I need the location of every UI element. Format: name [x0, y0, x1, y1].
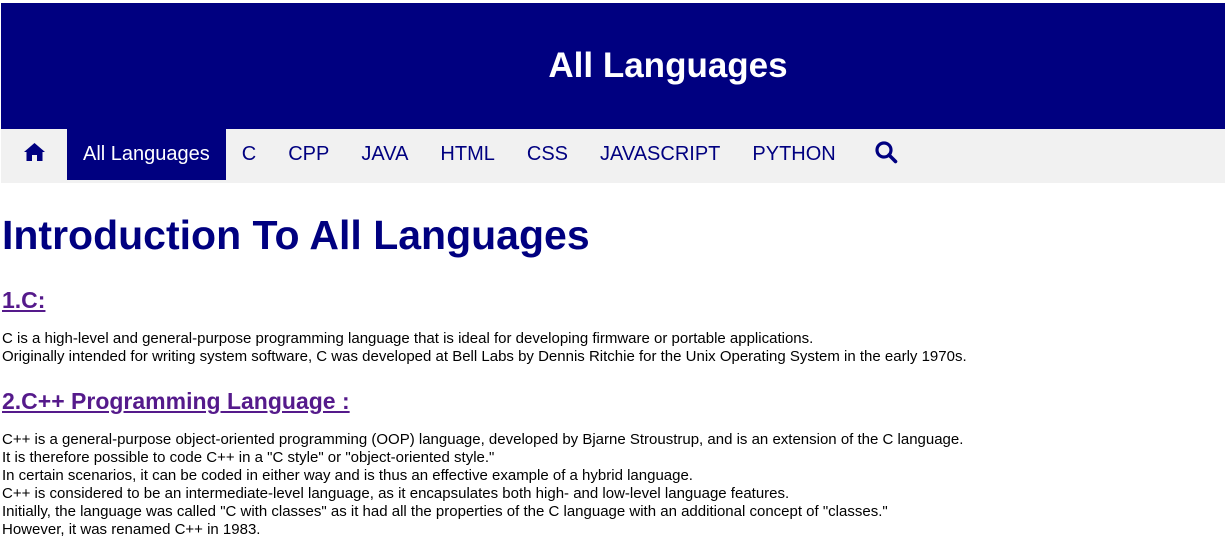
- section-heading-cpp[interactable]: 2.C++ Programming Language :: [2, 387, 1202, 415]
- text-line: In certain scenarios, it can be coded in…: [2, 467, 693, 484]
- page-title: Introduction To All Languages: [2, 212, 590, 258]
- nav-item-css[interactable]: CSS: [511, 129, 584, 180]
- text-line: C++ is a general-purpose object-oriented…: [2, 431, 964, 448]
- nav-search-button[interactable]: [852, 129, 920, 180]
- nav-item-all-languages[interactable]: All Languages: [67, 129, 226, 180]
- text-line: C is a high-level and general-purpose pr…: [2, 330, 814, 347]
- page-header: All Languages: [1, 3, 1225, 129]
- text-line: Initially, the language was called "C wi…: [2, 503, 888, 520]
- section-text-cpp: C++ is a general-purpose object-oriented…: [2, 431, 1202, 539]
- main-content: Introduction To All Languages 1.C: C is …: [2, 210, 1202, 539]
- nav-item-java[interactable]: JAVA: [345, 129, 424, 180]
- text-line: Originally intended for writing system s…: [2, 348, 967, 365]
- text-line: C++ is considered to be an intermediate-…: [2, 485, 790, 502]
- section-heading-c[interactable]: 1.C:: [2, 286, 1202, 314]
- nav-item-cpp[interactable]: CPP: [272, 129, 345, 180]
- top-navbar: All Languages C CPP JAVA HTML CSS JAVASC…: [1, 129, 1225, 183]
- nav-item-html[interactable]: HTML: [424, 129, 510, 180]
- home-icon: [23, 142, 46, 168]
- text-line: However, it was renamed C++ in 1983.: [2, 521, 261, 538]
- section-text-c: C is a high-level and general-purpose pr…: [2, 330, 1202, 366]
- nav-item-c[interactable]: C: [226, 129, 272, 180]
- nav-home[interactable]: [1, 129, 67, 180]
- nav-item-javascript[interactable]: JAVASCRIPT: [584, 129, 736, 180]
- search-icon: [874, 140, 898, 170]
- text-line: It is therefore possible to code C++ in …: [2, 449, 495, 466]
- header-title: All Languages: [548, 46, 788, 85]
- nav-item-python[interactable]: PYTHON: [736, 129, 851, 180]
